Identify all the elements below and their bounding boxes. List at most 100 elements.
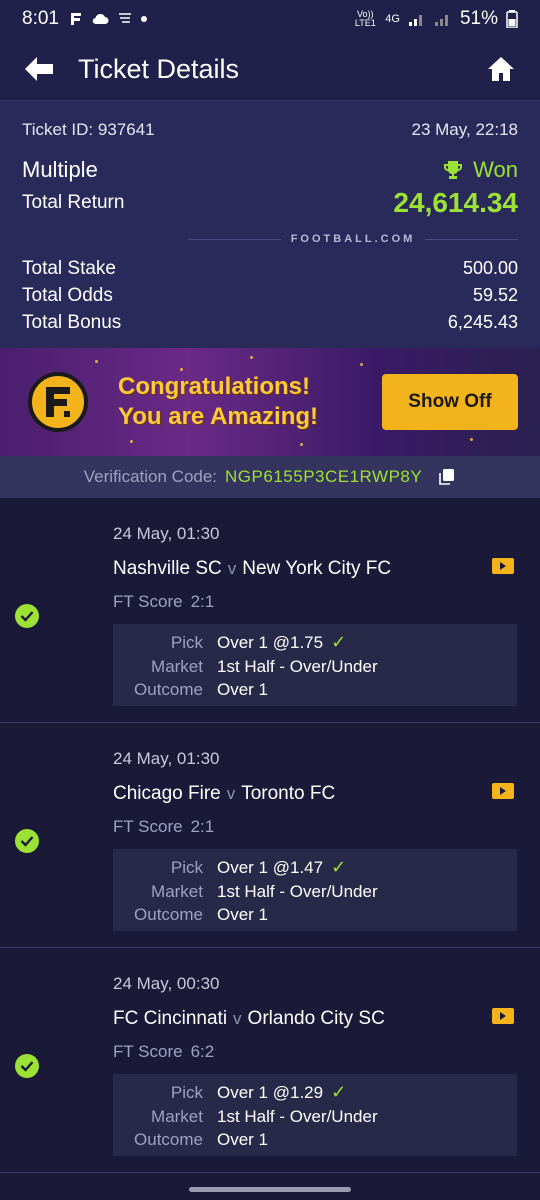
market-value: 1st Half - Over/Under [217, 656, 378, 676]
market-label: Market [151, 656, 203, 676]
pick-value: Over 1 @1.75 [217, 633, 324, 652]
battery-percent: 51% [459, 8, 498, 29]
brand-label: FOOTBALL.COM [290, 233, 416, 245]
app-notification-icon [70, 13, 81, 25]
pick-details: Pick Over 1 @1.29 ✓ Market 1st Half - Ove… [113, 1074, 517, 1156]
congrats-banner: Congratulations! You are Amazing! Show O… [0, 348, 540, 456]
bet-item[interactable]: 24 May, 01:30 Nashville SC v New York Ci… [0, 498, 540, 723]
away-team: New York City FC [242, 558, 392, 579]
pick-value-row: Over 1 @1.29 ✓ [217, 1081, 517, 1105]
won-check-icon [15, 604, 39, 628]
match-teams: Nashville SC v New York City FC [113, 556, 540, 582]
home-team: Nashville SC [113, 558, 222, 579]
pick-value: Over 1 @1.47 [217, 858, 324, 877]
trophy-icon [444, 161, 463, 179]
bets-list: 24 May, 01:30 Nashville SC v New York Ci… [0, 498, 540, 1173]
congrats-line-1: Congratulations! [118, 373, 310, 400]
ft-score: FT Score 2:1 [113, 592, 540, 616]
match-tracker-icon[interactable] [492, 1008, 514, 1024]
pick-label: Pick [170, 1083, 203, 1102]
congrats-text: Congratulations! You are Amazing! [118, 372, 318, 432]
total-return-value: 24,614.34 [393, 187, 518, 218]
notification-icons [69, 12, 147, 26]
total-bonus-label: Total Bonus [22, 311, 122, 333]
away-team: Toronto FC [241, 783, 336, 804]
market-value: 1st Half - Over/Under [217, 881, 378, 901]
page-title: Ticket Details [78, 53, 240, 84]
signal-icon [408, 15, 422, 26]
ft-score-value: 2:1 [190, 817, 215, 836]
congrats-line-2: You are Amazing! [118, 403, 319, 430]
pick-value-row: Over 1 @1.47 ✓ [217, 856, 517, 880]
cloud-icon [92, 13, 109, 25]
match-time: 24 May, 00:30 [113, 974, 220, 993]
status-text: Won [473, 157, 518, 182]
verification-label: Verification Code: [83, 467, 218, 486]
ticket-id: Ticket ID: 937641 [22, 120, 155, 139]
bet-item[interactable]: 24 May, 01:30 Chicago Fire v Toronto FC … [0, 723, 540, 948]
ft-score-label: FT Score [113, 817, 183, 836]
match-tracker-icon[interactable] [492, 558, 514, 574]
outcome-label: Outcome [134, 1130, 203, 1149]
won-check-icon [15, 1054, 39, 1078]
match-time: 24 May, 01:30 [113, 524, 220, 543]
versus-label: v [233, 1009, 242, 1028]
won-check-icon [15, 829, 39, 853]
away-team: Orlando City SC [247, 1008, 385, 1029]
dot-icon [140, 16, 147, 22]
match-teams: FC Cincinnati v Orlando City SC [113, 1006, 540, 1032]
home-indicator[interactable] [189, 1187, 351, 1192]
football-logo-icon [28, 372, 88, 432]
pick-value: Over 1 @1.29 [217, 1083, 324, 1102]
outcome-value: Over 1 [217, 680, 269, 699]
outcome-value: Over 1 [217, 1130, 269, 1149]
copy-icon[interactable] [438, 468, 456, 486]
verification-bar: Verification Code: NGP6155P3CE1RWP8Y [0, 456, 540, 498]
bet-type: Multiple [22, 157, 98, 182]
home-team: FC Cincinnati [113, 1008, 228, 1029]
pick-label: Pick [170, 858, 203, 877]
app-header: Ticket Details [0, 38, 540, 100]
network-type: 4G [385, 13, 400, 25]
pick-label: Pick [170, 633, 203, 652]
pick-won-check-icon: ✓ [331, 857, 347, 877]
market-label: Market [151, 881, 203, 901]
pick-details: Pick Over 1 @1.47 ✓ Market 1st Half - Ove… [113, 849, 517, 931]
pick-details: Pick Over 1 @1.75 ✓ Market 1st Half - Ove… [113, 624, 517, 706]
total-stake-value: 500.00 [462, 258, 518, 278]
show-off-button[interactable]: Show Off [382, 374, 518, 430]
total-stake-label: Total Stake [22, 257, 116, 279]
total-odds-value: 59.52 [472, 285, 518, 305]
weather-icon [118, 13, 131, 23]
market-label: Market [151, 1106, 203, 1126]
volte-label: Vo)) LTE1 [354, 9, 376, 28]
ft-score: FT Score 2:1 [113, 817, 540, 841]
ticket-datetime: 23 May, 22:18 [411, 120, 518, 139]
versus-label: v [227, 559, 237, 578]
status-bar: 8:01 Vo)) LTE1 4G 51% [0, 0, 540, 38]
ft-score: FT Score 6:2 [113, 1042, 540, 1066]
match-tracker-icon[interactable] [492, 783, 514, 799]
status-time: 8:01 [22, 8, 59, 29]
outcome-label: Outcome [134, 905, 203, 924]
back-arrow-icon[interactable] [22, 52, 56, 86]
verification-code: NGP6155P3CE1RWP8Y [225, 467, 423, 486]
match-teams: Chicago Fire v Toronto FC [113, 781, 540, 807]
home-team: Chicago Fire [113, 783, 221, 804]
total-odds-label: Total Odds [22, 284, 113, 306]
ft-score-label: FT Score [113, 1042, 183, 1061]
status-badge: Won [443, 157, 518, 183]
match-time: 24 May, 01:30 [113, 749, 220, 768]
pick-won-check-icon: ✓ [331, 1082, 347, 1102]
pick-won-check-icon: ✓ [331, 632, 347, 652]
bet-item[interactable]: 24 May, 00:30 FC Cincinnati v Orlando Ci… [0, 948, 540, 1173]
total-bonus-value: 6,245.43 [447, 312, 518, 332]
total-return-label: Total Return [22, 192, 125, 213]
ticket-summary: Ticket ID: 937641 23 May, 22:18 Multiple… [0, 100, 540, 348]
ft-score-value: 6:2 [190, 1042, 215, 1061]
home-icon[interactable] [484, 52, 518, 86]
battery-icon [506, 10, 518, 28]
signal-icon-2 [434, 15, 448, 26]
pick-value-row: Over 1 @1.75 ✓ [217, 631, 517, 655]
versus-label: v [226, 784, 236, 803]
